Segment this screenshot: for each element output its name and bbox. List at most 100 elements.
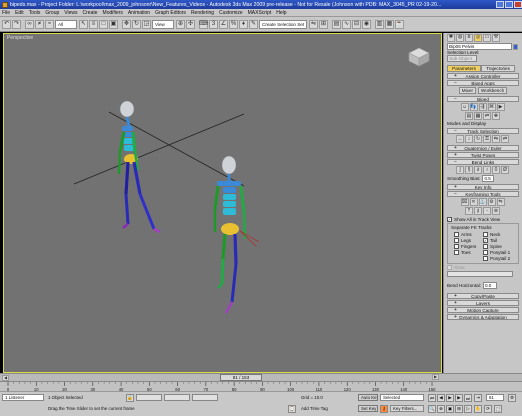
rollout-copy-paste[interactable]: + Copy/Paste bbox=[447, 293, 519, 299]
clear-all-animation-icon[interactable]: ✕ bbox=[469, 198, 478, 206]
mirror-anim-icon[interactable]: ⇋ bbox=[496, 198, 505, 206]
footstep-mode-icon[interactable]: 👣 bbox=[469, 103, 478, 111]
figure-mode-icon[interactable]: ☺ bbox=[460, 103, 469, 111]
rollout-twist-poses[interactable]: + Twist Poses bbox=[447, 152, 519, 158]
lock-com-keying-icon[interactable]: ⚿ bbox=[483, 135, 491, 143]
go-to-start-icon[interactable]: ⏮ bbox=[428, 394, 436, 402]
rollout-biped[interactable]: − Biped bbox=[447, 96, 519, 102]
fk-track-item[interactable] bbox=[454, 256, 483, 261]
maximize-viewport-icon[interactable]: ⛶ bbox=[494, 405, 502, 413]
menu-create[interactable]: Create bbox=[83, 10, 98, 16]
reference-coordinate-dropdown[interactable]: View bbox=[152, 19, 174, 29]
maximize-button[interactable] bbox=[505, 1, 513, 8]
go-to-end-icon[interactable]: ⏭ bbox=[464, 394, 472, 402]
edit-named-selection-icon[interactable]: ✎ bbox=[249, 19, 258, 29]
fk-track-item[interactable]: Ponytail 1 bbox=[483, 250, 512, 255]
symmetrical-icon[interactable]: ⇆ bbox=[492, 135, 500, 143]
render-setup-icon[interactable]: ▥ bbox=[375, 19, 384, 29]
fk-track-item[interactable]: Arms bbox=[454, 232, 483, 237]
maxscript-listener-field[interactable]: 1 Listener bbox=[2, 394, 44, 401]
xtras-checkbox[interactable] bbox=[447, 265, 452, 270]
modify-panel-icon[interactable]: ◍ bbox=[456, 33, 464, 42]
render-production-icon[interactable]: ☕ bbox=[395, 19, 404, 29]
layer-manager-icon[interactable]: ▤ bbox=[332, 19, 341, 29]
menu-group[interactable]: Group bbox=[45, 10, 59, 16]
angle-snap-icon[interactable]: ∠ bbox=[219, 19, 228, 29]
save-file-icon[interactable]: ▦ bbox=[474, 112, 482, 120]
y-coord-field[interactable] bbox=[164, 394, 190, 401]
rollout-keyframing-tools[interactable]: − Keyframing Tools bbox=[447, 191, 519, 197]
object-color-swatch[interactable] bbox=[513, 43, 518, 50]
utilities-panel-icon[interactable]: ⚒ bbox=[492, 33, 500, 42]
key-filter-icon[interactable]: ⊛ bbox=[492, 207, 500, 215]
select-rotate-icon[interactable]: ↻ bbox=[132, 19, 141, 29]
fk-track-checkbox[interactable] bbox=[454, 232, 459, 237]
lock-selection-icon[interactable]: 🔒 bbox=[126, 394, 134, 402]
select-move-icon[interactable]: ✥ bbox=[122, 19, 131, 29]
menu-edit[interactable]: Edit bbox=[15, 10, 24, 16]
perspective-viewport[interactable]: Perspective bbox=[3, 33, 442, 373]
key-mode-dropdown[interactable]: Selected bbox=[380, 394, 424, 401]
bind-space-warp-icon[interactable]: ≈ bbox=[45, 19, 54, 29]
fk-track-item[interactable]: Spine bbox=[483, 244, 512, 249]
app-icon[interactable] bbox=[2, 1, 8, 8]
add-time-tag-button[interactable]: Add Time Tag bbox=[299, 405, 343, 412]
slider-next-icon[interactable]: ▶ bbox=[432, 374, 439, 380]
zero-all-icon[interactable]: Ø bbox=[501, 166, 509, 174]
set-key-icon[interactable]: ⚷ bbox=[380, 405, 388, 413]
menu-animation[interactable]: Animation bbox=[128, 10, 150, 16]
menu-tools[interactable]: Tools bbox=[29, 10, 41, 16]
unknown-key-icon[interactable]: ◦ bbox=[483, 207, 491, 215]
percent-snap-icon[interactable]: % bbox=[229, 19, 238, 29]
rollout-motion-capture[interactable]: + Motion Capture bbox=[447, 307, 519, 313]
scene-canvas[interactable] bbox=[4, 34, 442, 373]
menu-graph-editors[interactable]: Graph Editors bbox=[155, 10, 186, 16]
mirror-icon[interactable]: ⇋ bbox=[309, 19, 318, 29]
key-mode-toggle-icon[interactable]: ⇥ bbox=[474, 394, 482, 402]
opposite-icon[interactable]: ⇄ bbox=[501, 135, 509, 143]
selection-filter-dropdown[interactable]: All bbox=[55, 19, 77, 29]
fk-track-checkbox[interactable] bbox=[454, 244, 459, 249]
load-file-icon[interactable]: ▤ bbox=[465, 112, 473, 120]
track-bar[interactable]: 0 10 20 30 40 50 60 70 80 90 100 110 120 130 140 150 bbox=[0, 381, 522, 392]
tab-trajectories[interactable]: Trajectories bbox=[481, 65, 515, 72]
field-of-view-icon[interactable]: ▷ bbox=[464, 405, 472, 413]
display-panel-icon[interactable]: ▭ bbox=[483, 33, 491, 42]
current-frame-field[interactable]: 81 bbox=[486, 394, 504, 401]
set-key-button[interactable]: Set Key bbox=[358, 405, 378, 412]
slider-prev-icon[interactable]: ◀ bbox=[2, 374, 9, 381]
twist-individual-mode-icon[interactable]: ∂ bbox=[474, 166, 482, 174]
curve-editor-icon[interactable]: ∿ bbox=[342, 19, 351, 29]
fk-track-checkbox[interactable] bbox=[483, 250, 488, 255]
fk-track-item[interactable]: Legs bbox=[454, 238, 483, 243]
pan-icon[interactable]: ✋ bbox=[474, 405, 482, 413]
fk-track-checkbox[interactable] bbox=[454, 238, 459, 243]
move-all-mode-icon[interactable]: ✥ bbox=[492, 112, 500, 120]
rollout-bend-links[interactable]: − Bend Links bbox=[447, 159, 519, 165]
zero-twist-icon[interactable]: 0 bbox=[492, 166, 500, 174]
menu-help[interactable]: Help bbox=[276, 10, 286, 16]
orbit-icon[interactable]: ⟳ bbox=[484, 405, 492, 413]
sub-object-dropdown[interactable]: Sub-Object bbox=[447, 55, 477, 62]
anchor-icon[interactable]: ⚓ bbox=[478, 198, 487, 206]
biped-playback-icon[interactable]: ▶ bbox=[496, 103, 505, 111]
rollout-key-info[interactable]: + Key Info bbox=[447, 184, 519, 190]
fk-track-checkbox[interactable] bbox=[454, 250, 459, 255]
mixer-button[interactable]: Mixer bbox=[458, 87, 477, 94]
rectangular-selection-icon[interactable]: □ bbox=[99, 19, 108, 29]
create-panel-icon[interactable]: ✱ bbox=[447, 33, 455, 42]
link-icon[interactable]: ∞ bbox=[25, 19, 34, 29]
key-filters-button[interactable]: Key Filters... bbox=[390, 405, 424, 412]
select-object-icon[interactable]: ↖ bbox=[79, 19, 88, 29]
zoom-icon[interactable]: 🔍 bbox=[428, 405, 436, 413]
fk-track-checkbox[interactable] bbox=[483, 244, 488, 249]
menu-customize[interactable]: Customize bbox=[219, 10, 243, 16]
menu-rendering[interactable]: Rendering bbox=[191, 10, 214, 16]
hierarchy-panel-icon[interactable]: ⋔ bbox=[465, 33, 473, 42]
schematic-view-icon[interactable]: ⊟ bbox=[352, 19, 361, 29]
rollout-assign-controller[interactable]: + Assign Controller bbox=[447, 73, 519, 79]
window-crossing-icon[interactable]: ▣ bbox=[109, 19, 118, 29]
z-coord-field[interactable] bbox=[192, 394, 218, 401]
body-vertical-icon[interactable]: ↕ bbox=[465, 135, 473, 143]
show-all-checkbox[interactable]: ✓ bbox=[447, 217, 452, 222]
